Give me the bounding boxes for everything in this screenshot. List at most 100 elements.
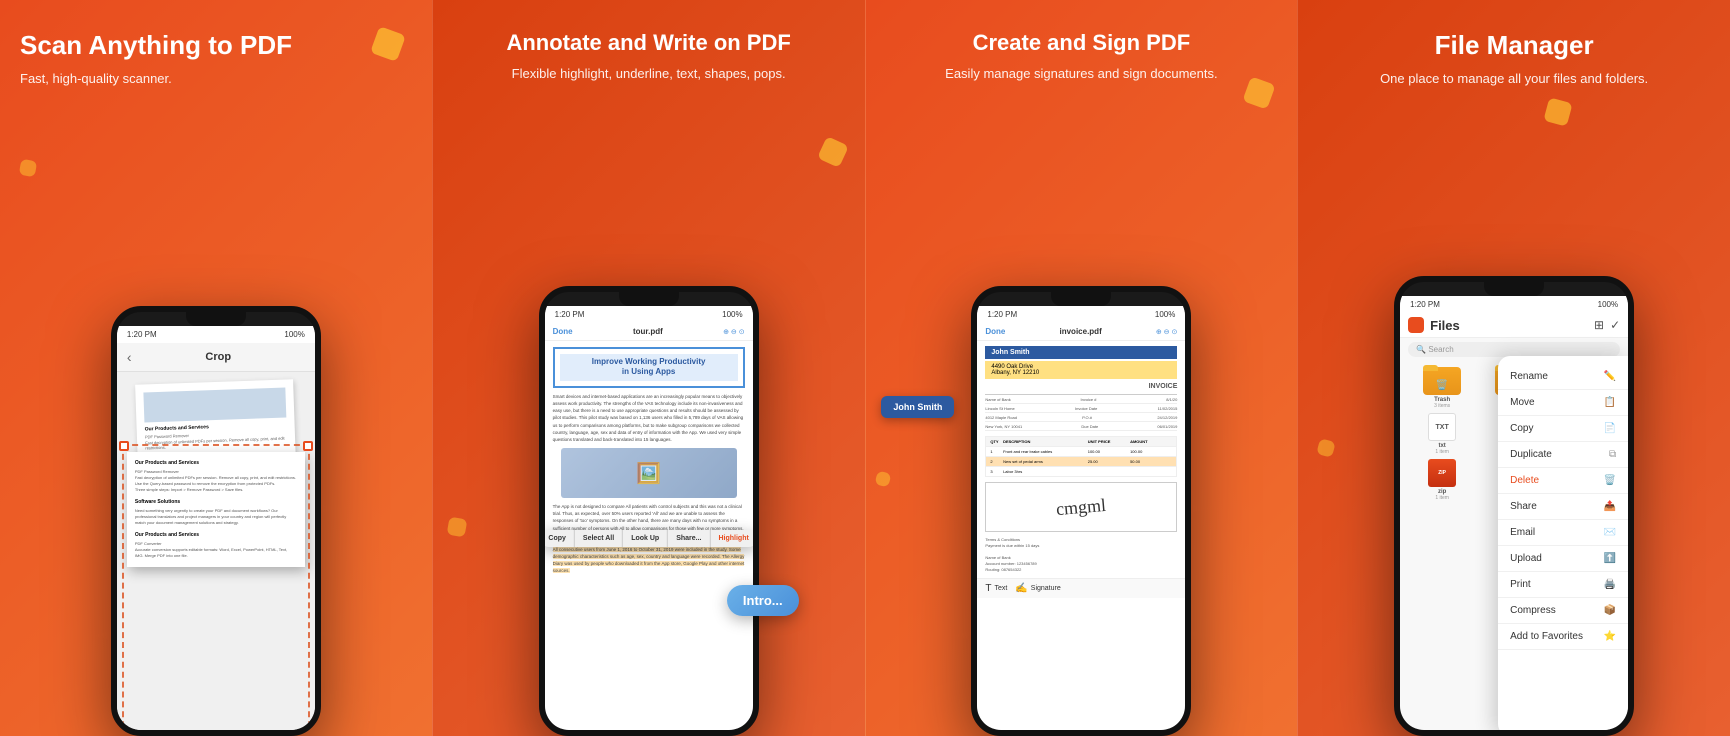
pdf-controls[interactable]: ⊕ ⊖ ⊙ [723, 328, 745, 336]
menu-email[interactable]: Email ✉️ [1498, 520, 1628, 546]
section-annotate-title: Annotate and Write on PDF [453, 30, 845, 56]
pdf-name-3: invoice.pdf [1005, 327, 1156, 336]
menu-delete[interactable]: Delete 🗑️ [1498, 468, 1628, 494]
invoice-area: John Smith 4490 Oak DriveAlbany, NY 1221… [977, 341, 1185, 578]
share-icon: 📤 [1604, 501, 1616, 512]
invoice-address: 4490 Oak DriveAlbany, NY 12210 [985, 361, 1177, 379]
fm-screen: 1:20 PM 100% Files ⊞ ✓ 🔍 Search [1400, 296, 1628, 736]
doc-main-text-2: Need something very urgently to create y… [135, 508, 297, 526]
section-annotate-subtitle: Flexible highlight, underline, text, sha… [453, 64, 845, 84]
invoice-label: INVOICE [985, 383, 1177, 390]
fm-item-txt[interactable]: TXT txt 1 item [1408, 413, 1476, 455]
items-table: QTYDESCRIPTIONUNIT PRICEAMOUNT 1Front an… [985, 436, 1177, 477]
favorites-label: Add to Favorites [1510, 631, 1583, 642]
check-icon[interactable]: ✓ [1610, 318, 1620, 332]
menu-rename[interactable]: Rename ✏️ [1498, 364, 1628, 390]
invoice-footer: Terms & ConditionsPayment is due within … [985, 537, 1177, 573]
done-btn-2[interactable]: Done [553, 327, 573, 336]
status-time-4: 1:20 PM [1410, 300, 1440, 309]
done-btn-3[interactable]: Done [985, 327, 1005, 336]
status-bar: 1:20 PM 100% [117, 326, 315, 343]
duplicate-icon: ⧉ [1609, 449, 1616, 460]
corner-tr [303, 441, 313, 451]
phone-notch [186, 312, 246, 326]
compress-icon: 📦 [1604, 605, 1616, 616]
status-battery-3: 100% [1155, 310, 1175, 319]
phone-fm-wrap: 1:20 PM 100% Files ⊞ ✓ 🔍 Search [1394, 276, 1634, 736]
trash-folder-icon: 🗑️ [1423, 365, 1461, 395]
doc-main-title-2: Software Solutions [135, 499, 297, 505]
phone-scan: 1:20 PM 100% ‹ Crop Our Products and Ser… [111, 306, 321, 736]
ctx-share[interactable]: Share... [668, 530, 710, 547]
section-scan-subtitle: Fast, high-quality scanner. [20, 69, 412, 89]
pdf-header-2: Done tour.pdf ⊕ ⊖ ⊙ [545, 323, 753, 341]
phone-sign: 1:20 PM 100% Done invoice.pdf ⊕ ⊖ ⊙ John… [971, 286, 1191, 736]
body-text-annotate: Smart devices and internet-based applica… [553, 393, 745, 443]
duplicate-label: Duplicate [1510, 449, 1552, 460]
phone-notch-4 [1484, 282, 1544, 296]
crop-header: ‹ Crop [117, 343, 315, 372]
doc-main-text-3: PDF ConverterAccurate conversion support… [135, 541, 297, 559]
fm-search-placeholder: Search [1428, 345, 1453, 354]
ctx-highlight[interactable]: Highlight [710, 530, 752, 547]
context-menu: Copy Select All Look Up Share... Highlig… [545, 530, 753, 547]
grid-icon[interactable]: ⊞ [1594, 318, 1604, 332]
menu-copy[interactable]: Copy 📄 [1498, 416, 1628, 442]
signature-field[interactable]: cmgml [985, 482, 1177, 532]
menu-share[interactable]: Share 📤 [1498, 494, 1628, 520]
move-label: Move [1510, 397, 1534, 408]
phone-annotate: 1:20 PM 100% Done tour.pdf ⊕ ⊖ ⊙ Improve… [539, 286, 759, 736]
scan-content: Our Products and Services PDF Password R… [117, 372, 315, 736]
status-time-2: 1:20 PM [555, 310, 585, 319]
favorites-icon: ⭐ [1604, 631, 1616, 642]
deco-sq-a2 [446, 517, 467, 538]
zip-sub: 1 item [1435, 495, 1449, 501]
corner-tl [119, 441, 129, 451]
john-smith-bubble: John Smith [881, 396, 954, 418]
pdf-controls-3[interactable]: ⊕ ⊖ ⊙ [1156, 328, 1178, 336]
menu-print[interactable]: Print 🖨️ [1498, 572, 1628, 598]
john-smith-text: John Smith [893, 402, 942, 412]
annotate-screen: 1:20 PM 100% Done tour.pdf ⊕ ⊖ ⊙ Improve… [545, 306, 753, 736]
text-sig-bar: T Text ✍ Signature [977, 578, 1185, 598]
fm-title: Files [1430, 318, 1460, 333]
sign-screen: 1:20 PM 100% Done invoice.pdf ⊕ ⊖ ⊙ John… [977, 306, 1185, 736]
phone-notch-2 [619, 292, 679, 306]
menu-compress[interactable]: Compress 📦 [1498, 598, 1628, 624]
fm-search[interactable]: 🔍 Search [1408, 342, 1620, 357]
phone-annotate-wrap: 1:20 PM 100% Done tour.pdf ⊕ ⊖ ⊙ Improve… [539, 286, 759, 736]
signature-tool[interactable]: ✍ Signature [1015, 583, 1060, 594]
menu-move[interactable]: Move 📋 [1498, 390, 1628, 416]
ctx-copy[interactable]: Copy [545, 530, 575, 547]
email-label: Email [1510, 527, 1535, 538]
text-tool[interactable]: T Text [985, 583, 1007, 594]
section-sign: Create and Sign PDF Easily manage signat… [865, 0, 1298, 736]
invoice-table: Name of BankInvoice #8/1/20 Lincoln St H… [985, 394, 1177, 431]
share-label: Share [1510, 501, 1537, 512]
section-fm-subtitle: One place to manage all your files and f… [1318, 69, 1710, 89]
ctx-look-up[interactable]: Look Up [623, 530, 668, 547]
status-time: 1:20 PM [127, 330, 157, 339]
txt-sub: 1 item [1435, 449, 1449, 455]
status-bar-2: 1:20 PM 100% [545, 306, 753, 323]
fm-item-trash[interactable]: 🗑️ Trash 3 items [1408, 365, 1476, 409]
deco-sq-a1 [817, 136, 849, 168]
move-icon: 📋 [1604, 397, 1616, 408]
highlight-title: Improve Working Productivityin Using App… [560, 354, 738, 381]
upload-icon: ⬆️ [1604, 553, 1616, 564]
print-icon: 🖨️ [1604, 579, 1616, 590]
phone-notch-3 [1051, 292, 1111, 306]
deco-square-2 [19, 159, 38, 178]
ctx-select-all[interactable]: Select All [575, 530, 623, 547]
menu-upload[interactable]: Upload ⬆️ [1498, 546, 1628, 572]
section-filemanager: File Manager One place to manage all you… [1297, 0, 1730, 736]
fm-item-zip[interactable]: ZIP zip 1 item [1408, 459, 1476, 501]
status-bar-3: 1:20 PM 100% [977, 306, 1185, 323]
crop-title: Crop [132, 351, 305, 363]
section-annotate: Annotate and Write on PDF Flexible highl… [432, 0, 865, 736]
status-time-3: 1:20 PM [987, 310, 1017, 319]
deco-sq-s2 [874, 470, 891, 487]
pdf-name-2: tour.pdf [573, 327, 724, 336]
menu-duplicate[interactable]: Duplicate ⧉ [1498, 442, 1628, 468]
menu-favorites[interactable]: Add to Favorites ⭐ [1498, 624, 1628, 650]
